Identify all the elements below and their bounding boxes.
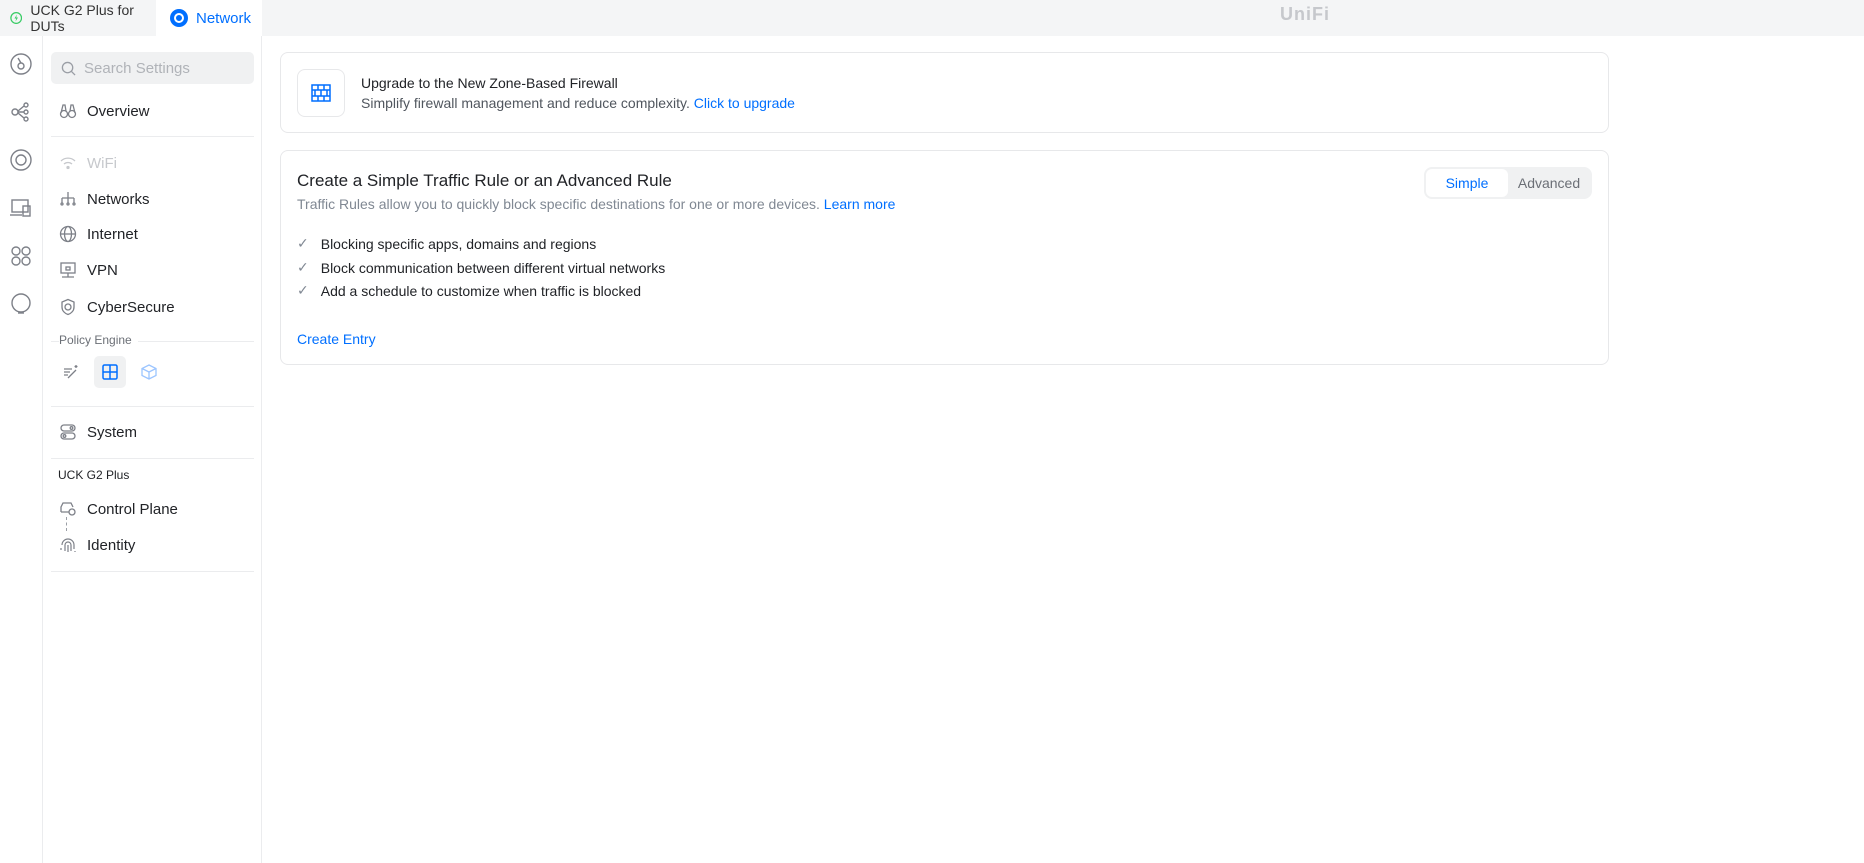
cube-icon xyxy=(141,364,157,380)
sidebar-item-label: Identity xyxy=(87,536,136,554)
toggle-simple[interactable]: Simple xyxy=(1426,169,1508,197)
feature-item: ✓ Blocking specific apps, domains and reg… xyxy=(297,235,596,252)
magic-wand-icon xyxy=(64,365,78,379)
rules-subtitle: Traffic Rules allow you to quickly block… xyxy=(297,196,895,212)
search-settings-input[interactable]: Search Settings xyxy=(51,52,254,84)
dashboard-icon[interactable] xyxy=(9,52,33,76)
feature-text: Add a schedule to customize when traffic… xyxy=(320,282,642,299)
check-icon: ✓ xyxy=(297,259,309,275)
control-plane-icon xyxy=(60,502,76,516)
toggle-advanced[interactable]: Advanced xyxy=(1508,169,1590,197)
sidebar-item-label: Overview xyxy=(87,102,150,120)
sidebar-item-label: VPN xyxy=(87,261,118,279)
create-entry-button[interactable]: Create Entry xyxy=(297,331,376,347)
feature-item: ✓ Block communication between different v… xyxy=(297,259,665,276)
rules-title: Create a Simple Traffic Rule or an Advan… xyxy=(297,171,672,190)
clients-icon[interactable] xyxy=(9,196,33,220)
sidebar-item-networks[interactable]: Networks xyxy=(51,184,254,214)
sidebar-item-label: Control Plane xyxy=(87,500,178,518)
sidebar-item-internet[interactable]: Internet xyxy=(51,219,254,249)
sidebar-item-identity[interactable]: Identity xyxy=(51,530,254,560)
sidebar-item-label: Networks xyxy=(87,190,150,208)
topology-icon[interactable] xyxy=(9,100,33,124)
sidebar-item-label: Internet xyxy=(87,225,138,243)
sidebar-item-vpn[interactable]: VPN xyxy=(51,255,254,285)
devices-icon[interactable] xyxy=(9,148,33,172)
upgrade-subtitle: Simplify firewall management and reduce … xyxy=(361,95,795,111)
sidebar-item-wifi[interactable]: WiFi xyxy=(51,148,254,178)
policy-engine-label: Policy Engine xyxy=(59,333,138,347)
vpn-icon xyxy=(60,262,76,278)
feature-item: ✓ Add a schedule to customize when traffi… xyxy=(297,282,641,299)
top-bar: UCK G2 Plus for DUTs Network UniFi xyxy=(0,0,1864,36)
check-icon: ✓ xyxy=(297,235,309,251)
sidebar-item-overview[interactable]: Overview xyxy=(51,96,254,126)
search-placeholder: Search Settings xyxy=(84,59,190,77)
connector-line xyxy=(66,517,67,531)
bolt-circle-icon xyxy=(10,12,23,24)
binoculars-icon xyxy=(59,104,77,119)
search-icon xyxy=(61,61,76,76)
globe-icon xyxy=(59,225,77,243)
network-tree-icon xyxy=(60,192,76,206)
system-log-icon[interactable] xyxy=(9,292,33,316)
policy-table-button[interactable] xyxy=(94,356,126,388)
divider xyxy=(51,136,254,137)
sidebar-item-cybersecure[interactable]: CyberSecure xyxy=(51,292,254,322)
network-app-icon xyxy=(170,9,188,27)
feature-text: Block communication between different vi… xyxy=(320,259,666,276)
grid-icon xyxy=(102,364,118,380)
unifi-logo: UniFi xyxy=(1280,4,1330,24)
app-rail xyxy=(0,36,43,863)
tab-network-label: Network xyxy=(196,9,252,27)
tab-network[interactable]: Network xyxy=(156,0,262,36)
upgrade-link[interactable]: Click to upgrade xyxy=(694,95,795,111)
tab-console-label: UCK G2 Plus for DUTs xyxy=(30,2,134,34)
firewall-brick-icon xyxy=(311,84,331,102)
sidebar-item-label: System xyxy=(87,423,138,441)
wifi-icon xyxy=(60,157,76,170)
check-icon: ✓ xyxy=(297,282,309,298)
system-toggle-icon xyxy=(60,424,76,440)
sidebar-item-system[interactable]: System xyxy=(51,417,254,447)
upgrade-subtitle-text: Simplify firewall management and reduce … xyxy=(361,95,690,111)
divider xyxy=(51,406,254,407)
feature-text: Blocking specific apps, domains and regi… xyxy=(320,235,597,252)
rules-subtitle-text: Traffic Rules allow you to quickly block… xyxy=(297,196,820,212)
upgrade-firewall-card: Upgrade to the New Zone-Based Firewall S… xyxy=(280,52,1609,133)
tab-console[interactable]: UCK G2 Plus for DUTs xyxy=(0,0,156,36)
divider xyxy=(51,571,254,572)
upgrade-title: Upgrade to the New Zone-Based Firewall xyxy=(361,75,618,91)
fingerprint-icon xyxy=(60,538,76,552)
shield-icon xyxy=(61,298,75,316)
device-section-label: UCK G2 Plus xyxy=(58,468,136,482)
learn-more-link[interactable]: Learn more xyxy=(824,196,896,212)
divider xyxy=(51,458,254,459)
sidebar-item-control-plane[interactable]: Control Plane xyxy=(51,494,254,524)
policy-zone-button[interactable] xyxy=(133,356,165,388)
sidebar-item-label: CyberSecure xyxy=(87,298,175,316)
firewall-icon-box xyxy=(297,69,345,117)
settings-sidebar: Search Settings Overview WiFi Networks I… xyxy=(43,36,262,863)
insights-icon[interactable] xyxy=(9,244,33,268)
traffic-rules-card: Create a Simple Traffic Rule or an Advan… xyxy=(280,150,1609,365)
rule-type-toggle: Simple Advanced xyxy=(1424,167,1592,199)
policy-magic-button[interactable] xyxy=(55,356,87,388)
sidebar-item-label: WiFi xyxy=(87,154,117,172)
